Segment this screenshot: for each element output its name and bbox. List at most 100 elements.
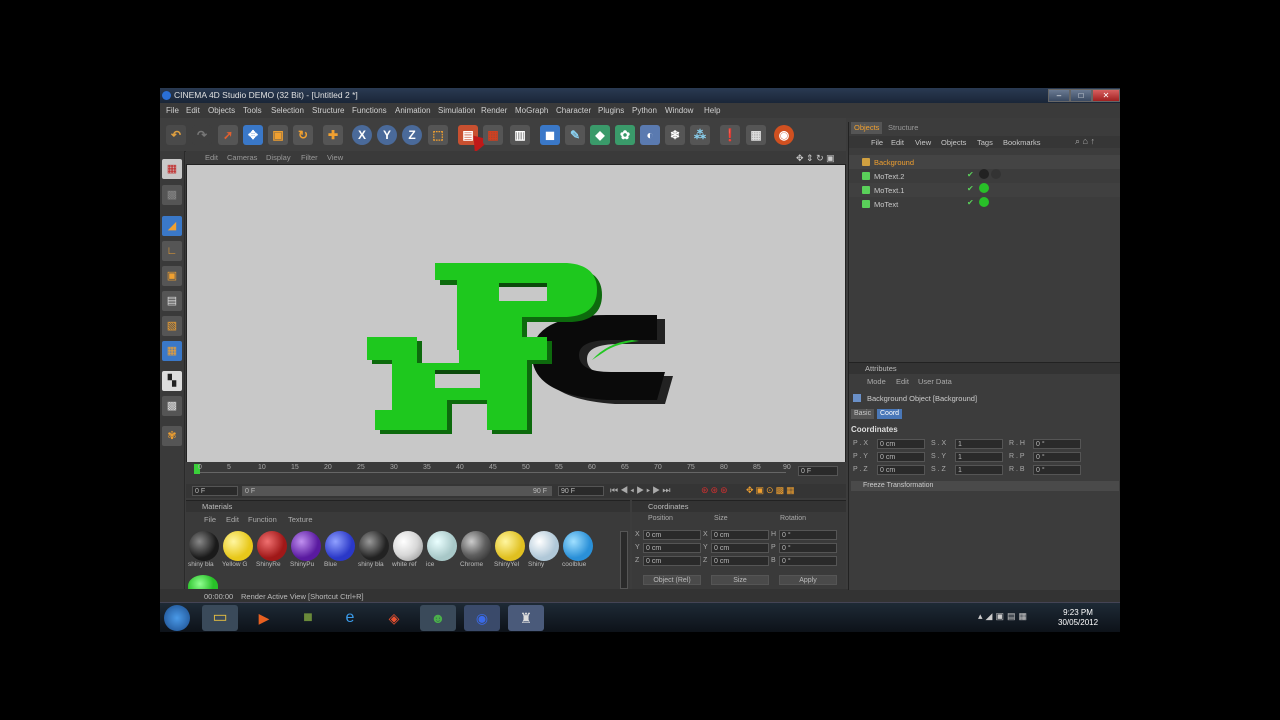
add-tool-icon[interactable]: ✚ — [323, 125, 343, 145]
workplane-icon[interactable]: ◢ — [162, 216, 182, 236]
attr-scale-x-field[interactable]: 1 — [955, 439, 1003, 449]
menu-python[interactable]: Python — [632, 106, 657, 115]
key-type-icons[interactable]: ✥▣⊙▩▦ — [746, 485, 797, 496]
scale-tool-icon[interactable]: ▣ — [268, 125, 288, 145]
menu-simulation[interactable]: Simulation — [438, 106, 475, 115]
menu-render[interactable]: Render — [481, 106, 507, 115]
playback-controls[interactable]: ⏮◀◂▶▸▶⏭ — [610, 485, 672, 496]
sculpt-icon[interactable]: ✾ — [162, 426, 182, 446]
object-row-motext2[interactable]: MoText.2 ✔ — [849, 169, 1120, 183]
light-icon[interactable]: ❗ — [720, 125, 740, 145]
material-swatch[interactable]: shiny bla — [188, 531, 220, 568]
objects-menu-bookmarks[interactable]: Bookmarks — [1003, 138, 1041, 147]
attr-position-y-field[interactable]: 0 cm — [877, 452, 925, 462]
position-x-field[interactable]: 0 cm — [643, 530, 701, 540]
material-swatch[interactable]: ShinyPu — [290, 531, 322, 568]
cube-icon[interactable]: ◼ — [540, 125, 560, 145]
internet-explorer-taskbar-icon[interactable]: e — [332, 605, 368, 631]
menu-plugins[interactable]: Plugins — [598, 106, 624, 115]
viewport-menu-edit[interactable]: Edit — [205, 153, 218, 162]
viewport-menu-view[interactable]: View — [327, 153, 343, 162]
attr-scale-y-field[interactable]: 1 — [955, 452, 1003, 462]
apply-button[interactable]: Apply — [779, 575, 837, 585]
menu-edit[interactable]: Edit — [186, 106, 200, 115]
attributes-menu-user-data[interactable]: User Data — [918, 377, 952, 386]
y-axis-button[interactable]: Y — [377, 125, 397, 145]
start-frame-field[interactable]: 0 F — [192, 486, 238, 496]
tab-objects[interactable]: Objects — [851, 122, 883, 134]
render-settings-icon[interactable]: ▥ — [510, 125, 530, 145]
array-icon[interactable]: ✿ — [615, 125, 635, 145]
timeline[interactable]: 0 5 10 15 20 25 30 35 40 45 50 55 60 65 … — [186, 462, 846, 484]
viewport-navigation-icons[interactable]: ✥ ⇕ ↻ ▣ — [796, 153, 835, 164]
size-x-field[interactable]: 0 cm — [711, 530, 769, 540]
app-taskbar-icon[interactable]: ◈ — [376, 605, 412, 631]
redo-button[interactable]: ↷ — [192, 125, 212, 145]
material-swatch[interactable]: Shiny — [528, 531, 560, 568]
snap-icon[interactable]: ▩ — [162, 396, 182, 416]
start-button[interactable] — [164, 605, 190, 631]
system-clock[interactable]: 9:23 PM 30/05/2012 — [1058, 608, 1098, 628]
material-swatch[interactable]: shiny bla — [358, 531, 390, 568]
material-swatch[interactable]: Yellow G — [222, 531, 254, 568]
undo-button[interactable]: ↶ — [166, 125, 186, 145]
material-swatch[interactable]: ice — [426, 531, 458, 568]
menu-objects[interactable]: Objects — [208, 106, 235, 115]
objects-menu-file[interactable]: File — [871, 138, 883, 147]
menu-mograph[interactable]: MoGraph — [515, 106, 548, 115]
menu-structure[interactable]: Structure — [312, 106, 344, 115]
attr-position-x-field[interactable]: 0 cm — [877, 439, 925, 449]
deformer-icon[interactable]: ◐ — [640, 125, 660, 145]
objects-menu-edit[interactable]: Edit — [891, 138, 904, 147]
system-tray-icons[interactable]: ▴◢▣▤▦ — [978, 611, 1030, 622]
messenger-taskbar-icon[interactable]: ☻ — [420, 605, 456, 631]
particles-icon[interactable]: ⁂ — [690, 125, 710, 145]
cinema4d-taskbar-icon[interactable]: ♜ — [508, 605, 544, 631]
material-swatch[interactable]: Blue — [324, 531, 356, 568]
viewport-menu-display[interactable]: Display — [266, 153, 291, 162]
menu-animation[interactable]: Animation — [395, 106, 431, 115]
size-z-field[interactable]: 0 cm — [711, 556, 769, 566]
menu-functions[interactable]: Functions — [352, 106, 387, 115]
z-axis-button[interactable]: Z — [402, 125, 422, 145]
material-tag-icon[interactable] — [979, 183, 989, 193]
current-frame-field[interactable]: 0 F — [798, 466, 838, 476]
attr-rotation-b-field[interactable]: 0 ° — [1033, 465, 1081, 475]
attributes-menu-mode[interactable]: Mode — [867, 377, 886, 386]
tab-structure[interactable]: Structure — [885, 122, 921, 134]
materials-menu-function[interactable]: Function — [248, 515, 277, 524]
explorer-taskbar-icon[interactable]: ▭ — [202, 605, 238, 631]
move-tool-icon[interactable]: ✥ — [243, 125, 263, 145]
polygons-mode-icon[interactable]: ▧ — [162, 316, 182, 336]
axis-icon[interactable]: ∟ — [162, 241, 182, 261]
size-mode-dropdown[interactable]: Size — [711, 575, 769, 585]
minimize-button[interactable]: – — [1048, 89, 1070, 102]
python-icon[interactable]: ◉ — [774, 125, 794, 145]
frame-range-slider[interactable]: 0 F 90 F — [242, 486, 552, 496]
menu-file[interactable]: File — [166, 106, 179, 115]
attr-position-z-field[interactable]: 0 cm — [877, 465, 925, 475]
objects-menu-tags[interactable]: Tags — [977, 138, 993, 147]
materials-menu-texture[interactable]: Texture — [288, 515, 313, 524]
select-tool-icon[interactable]: ➚ — [218, 125, 238, 145]
material-swatch[interactable]: ShinyRe — [256, 531, 288, 568]
edges-mode-icon[interactable]: ▤ — [162, 291, 182, 311]
end-frame-field[interactable]: 90 F — [558, 486, 604, 496]
media-player-taskbar-icon[interactable]: ▶ — [246, 605, 282, 631]
objects-menu-view[interactable]: View — [915, 138, 931, 147]
visibility-check-icon[interactable]: ✔ — [967, 184, 974, 193]
materials-menu-file[interactable]: File — [204, 515, 216, 524]
search-icon[interactable]: ⌕ ⌂ ↑ — [1075, 136, 1095, 147]
subdivision-icon[interactable]: ◆ — [590, 125, 610, 145]
checker-icon[interactable]: ▚ — [162, 371, 182, 391]
menu-selection[interactable]: Selection — [271, 106, 304, 115]
material-tag-icon[interactable] — [979, 197, 989, 207]
material-swatch[interactable]: ShinyYel — [494, 531, 526, 568]
menu-tools[interactable]: Tools — [243, 106, 262, 115]
camera-icon[interactable]: ▦ — [746, 125, 766, 145]
points-mode-icon[interactable]: ▣ — [162, 266, 182, 286]
object-row-background[interactable]: Background — [849, 155, 1120, 169]
material-tag-icon[interactable] — [991, 169, 1001, 179]
attributes-menu-edit[interactable]: Edit — [896, 377, 909, 386]
objects-menu-objects[interactable]: Objects — [941, 138, 966, 147]
